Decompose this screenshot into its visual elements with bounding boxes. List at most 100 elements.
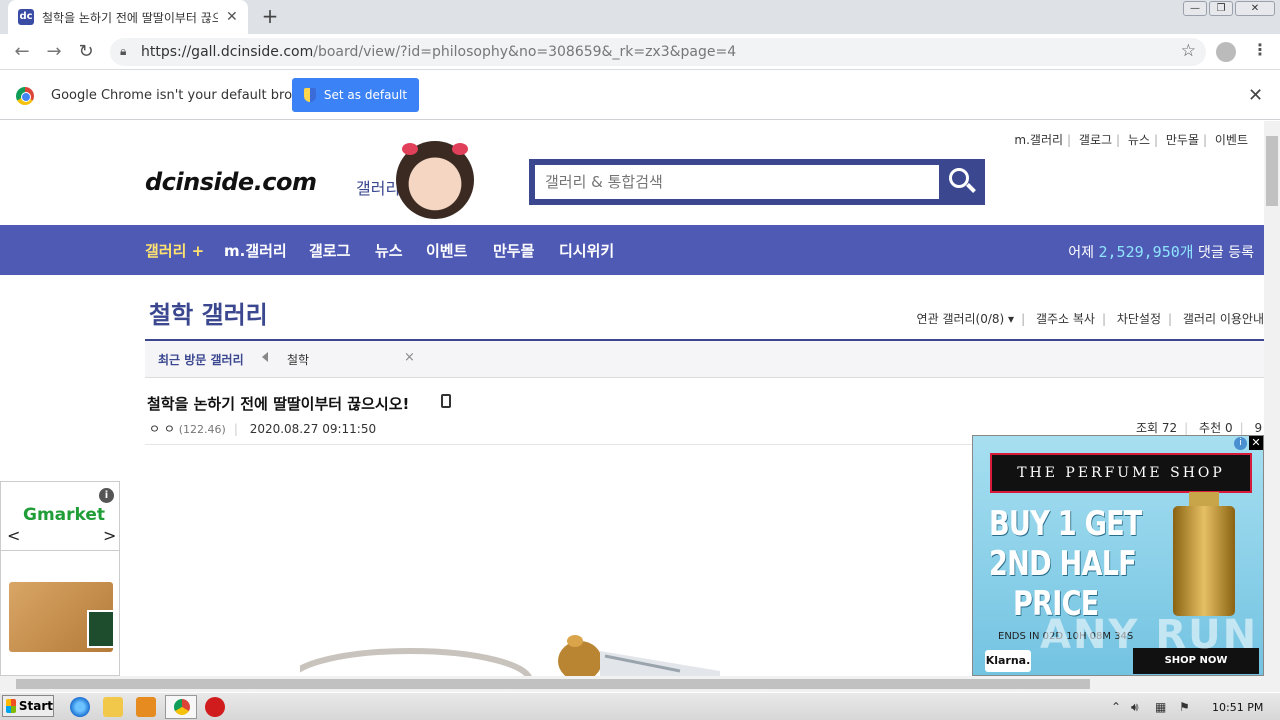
- vertical-scrollbar[interactable]: [1264, 121, 1280, 676]
- block-settings-link[interactable]: 차단설정: [1117, 312, 1161, 326]
- security-alert-icon[interactable]: [205, 697, 225, 717]
- gnb-mall[interactable]: 만두몰: [493, 240, 534, 261]
- ad-promo-line-1: BUY 1 GET: [989, 504, 1142, 544]
- shield-icon: [303, 88, 316, 102]
- site-logo-sub[interactable]: 갤러리: [356, 175, 400, 199]
- gnb-dcwiki[interactable]: 디시위키: [559, 240, 614, 261]
- search-button[interactable]: [939, 159, 985, 205]
- set-default-label: Set as default: [323, 88, 408, 102]
- file-explorer-icon[interactable]: [103, 697, 123, 717]
- main-navigation: 갤러리 + m.갤러리 갤로그 뉴스 이벤트 만두몰 디시위키 어제 2,529…: [0, 225, 1264, 275]
- post-body-image: [300, 635, 720, 676]
- gallery-title[interactable]: 철학 갤러리: [149, 295, 268, 330]
- media-player-icon[interactable]: [136, 697, 156, 717]
- post-meta: ㅇ ㅇ (122.46) | 2020.08.27 09:11:50: [149, 422, 377, 436]
- post-author[interactable]: ㅇ ㅇ: [149, 422, 175, 436]
- volume-icon[interactable]: 🔊︎: [1131, 700, 1139, 715]
- top-link-mall[interactable]: 만두몰: [1162, 133, 1203, 147]
- ad-info-icon[interactable]: i: [99, 488, 114, 503]
- gnb-gallery[interactable]: 갤러리 +: [145, 240, 204, 261]
- new-tab-button[interactable]: +: [258, 4, 282, 28]
- back-arrow-icon[interactable]: ←: [12, 42, 32, 62]
- gnb-news[interactable]: 뉴스: [375, 240, 403, 261]
- set-default-button[interactable]: Set as default: [292, 78, 419, 112]
- ad-product-image[interactable]: [9, 582, 115, 652]
- gnb-gallog[interactable]: 갤로그: [309, 240, 350, 261]
- gnb-m-gallery[interactable]: m.갤러리: [224, 240, 287, 261]
- taskbar-clock[interactable]: 10:51 PM: [1212, 701, 1263, 714]
- post-stats: 조회 72 | 추천 0 | 9: [1136, 421, 1263, 435]
- network-icon[interactable]: ▦: [1155, 700, 1166, 714]
- horizontal-scrollbar[interactable]: [0, 676, 1280, 692]
- post-views: 조회 72: [1136, 421, 1178, 435]
- ad-brand-banner: THE PERFUME SHOP: [990, 453, 1252, 493]
- top-link-m-gallery[interactable]: m.갤러리: [1010, 133, 1067, 147]
- recent-remove-icon[interactable]: ×: [404, 350, 415, 365]
- recent-prev-arrow-icon[interactable]: [262, 352, 268, 362]
- post-author-ip: (122.46): [178, 423, 226, 436]
- post-date: 2020.08.27 09:11:50: [249, 422, 377, 436]
- ad-promo-line-2: 2ND HALF: [989, 544, 1137, 584]
- perfume-bottle-image: [1173, 492, 1235, 616]
- klarna-logo: Klarna.: [985, 650, 1031, 672]
- recent-galleries-label: 최근 방문 갤러리: [158, 353, 244, 367]
- minimize-button[interactable]: —: [1183, 1, 1207, 16]
- ad-close-icon[interactable]: ✕: [1249, 436, 1263, 450]
- bookmark-star-icon[interactable]: ☆: [1181, 41, 1196, 61]
- search-box: [529, 159, 985, 205]
- anyrun-watermark: ANY RUN: [1040, 612, 1259, 658]
- reload-icon[interactable]: ↻: [76, 42, 96, 62]
- hair-bow-left: [402, 143, 418, 155]
- tab-title: 철학을 논하기 전에 딸딸이부터 끊으: [42, 10, 218, 25]
- chrome-logo-icon: [16, 87, 34, 105]
- browser-tab[interactable]: dc 철학을 논하기 전에 딸딸이부터 끊으 ✕: [8, 0, 248, 34]
- post-comments[interactable]: 9: [1254, 421, 1262, 435]
- recent-galleries-bar: 최근 방문 갤러리 철학 ×: [145, 341, 1264, 378]
- recent-gallery-item[interactable]: 철학: [287, 351, 309, 368]
- gallery-guide-link[interactable]: 갤러리 이용안내: [1183, 312, 1264, 326]
- stat-prefix: 어제: [1068, 245, 1095, 261]
- post-title: 철학을 논하기 전에 딸딸이부터 끊으시오!: [147, 395, 410, 413]
- forward-arrow-icon[interactable]: →: [44, 42, 64, 62]
- stat-suffix: 댓글 등록: [1198, 245, 1254, 261]
- top-link-event[interactable]: 이벤트: [1211, 133, 1252, 147]
- start-button[interactable]: Start: [2, 695, 54, 717]
- chrome-icon: [174, 699, 190, 715]
- infobar-close-icon[interactable]: ✕: [1248, 85, 1263, 106]
- post-recommend: 추천 0: [1199, 421, 1233, 435]
- related-gallery-dropdown[interactable]: 연관 갤러리(0/8) ▾: [917, 312, 1015, 326]
- windows-taskbar: Start ⌃ 🔊︎ ▦ ⚑ 10:51 PM: [0, 692, 1280, 720]
- gallery-links: 연관 갤러리(0/8) ▾ | 갤주소 복사 | 차단설정 | 갤러리 이용안내: [916, 312, 1264, 326]
- ad-info-icon[interactable]: i: [1234, 437, 1247, 450]
- lock-icon: 🔒︎: [120, 44, 127, 58]
- dcinside-favicon-icon: dc: [18, 9, 34, 25]
- window-close-button[interactable]: ✕: [1235, 1, 1275, 16]
- copy-address-link[interactable]: 갤주소 복사: [1036, 312, 1095, 326]
- restore-button[interactable]: ❐: [1209, 1, 1233, 16]
- top-link-gallog[interactable]: 갤로그: [1075, 133, 1116, 147]
- page-viewport: m.갤러리 | 갤로그 | 뉴스 | 만두몰 | 이벤트 dcinside.com 갤러…: [0, 121, 1264, 676]
- tab-close-icon[interactable]: ✕: [226, 9, 238, 25]
- tray-expand-icon[interactable]: ⌃: [1111, 700, 1121, 714]
- mascot-image: [396, 141, 474, 219]
- chrome-menu-icon[interactable]: ⋮: [1252, 40, 1268, 59]
- mobile-post-icon: [441, 394, 451, 408]
- default-browser-infobar: Google Chrome isn't your default browser…: [0, 71, 1280, 120]
- taskbar-chrome-button[interactable]: [165, 695, 197, 719]
- profile-avatar-icon[interactable]: [1216, 42, 1236, 62]
- url-text: https://gall.dcinside.com/board/view/?id…: [141, 44, 736, 60]
- hair-bow-right: [452, 143, 468, 155]
- gnb-event[interactable]: 이벤트: [426, 240, 467, 261]
- search-input[interactable]: [535, 165, 939, 199]
- action-center-flag-icon[interactable]: ⚑: [1179, 700, 1190, 714]
- ad-next-chevron-icon[interactable]: >: [103, 526, 116, 545]
- screen: dc 철학을 논하기 전에 딸딸이부터 끊으 ✕ + — ❐ ✕ ← → ↻ 🔒…: [0, 0, 1280, 720]
- site-logo[interactable]: dcinside.com: [145, 168, 317, 196]
- address-bar[interactable]: 🔒︎ https://gall.dcinside.com/board/view/…: [110, 38, 1206, 66]
- gmarket-side-ad[interactable]: i Gmarket < >: [0, 481, 120, 676]
- windows-logo-icon: [6, 699, 16, 713]
- internet-explorer-icon[interactable]: [70, 697, 90, 717]
- browser-toolbar: ← → ↻ 🔒︎ https://gall.dcinside.com/board…: [0, 34, 1280, 70]
- ad-prev-chevron-icon[interactable]: <: [7, 526, 20, 545]
- top-link-news[interactable]: 뉴스: [1124, 133, 1154, 147]
